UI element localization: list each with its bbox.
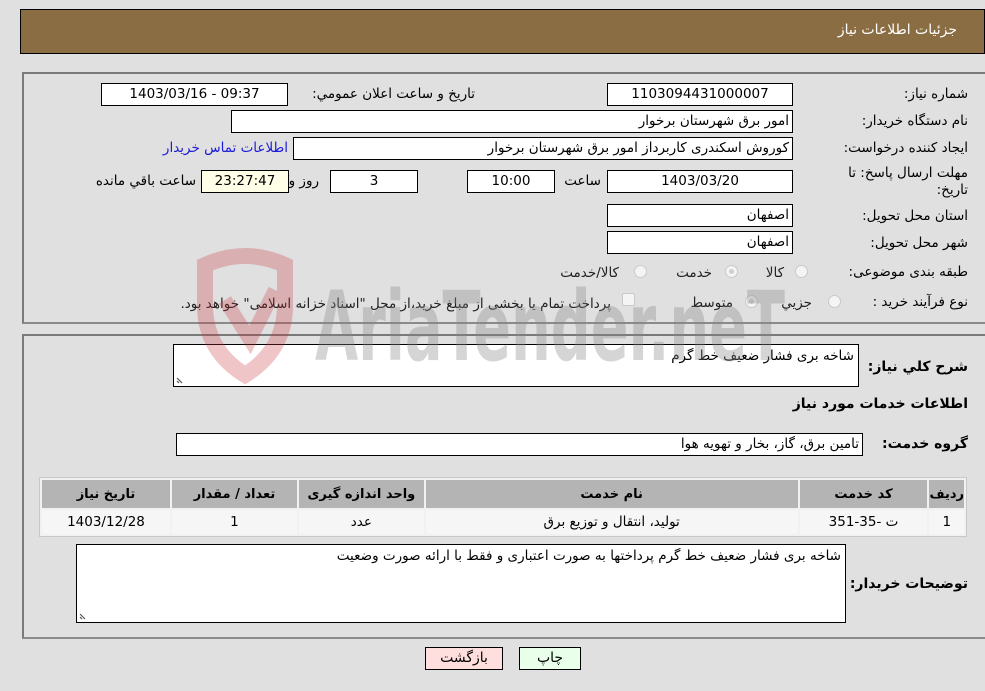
resize-grip-icon[interactable] [79,610,89,620]
general-desc-label: شرح کلي نياز: [867,359,968,375]
city-label: شهر محل تحویل: [870,235,968,251]
buyer-contact-link[interactable]: اطلاعات تماس خريدار [163,140,288,156]
service-group-label: گروه خدمت: [882,436,968,452]
purchase-option-minor: جزيي [781,295,812,311]
remaining-time-label: ساعت باقي مانده [95,173,196,189]
city-field: اصفهان [607,231,793,254]
table-header-row: رديف کد خدمت نام خدمت واحد اندازه گيری ت… [42,480,964,508]
deadline-label: مهلت ارسال پاسخ: تا [848,165,968,181]
deadline-time-label: ساعت [564,173,601,189]
deadline-label-date: تاریخ: [936,182,968,198]
col-header-unit: واحد اندازه گيری [298,480,424,508]
category-radio-service[interactable] [725,265,738,278]
purchase-radio-minor[interactable] [828,295,841,308]
cell-service-name: تولید، انتقال و توزیع برق [425,510,798,534]
remaining-time-field: 23:27:47 [201,170,289,193]
category-option-service: خدمت [676,265,712,281]
deadline-date-field: 1403/03/20 [607,170,793,193]
need-number-field: 1103094431000007 [607,83,793,106]
need-number-label: شماره نیاز: [903,86,968,102]
print-button[interactable]: چاپ [519,647,581,670]
table-row: 1 ت -35-351 تولید، انتقال و توزیع برق عد… [42,510,964,534]
deadline-time-field: 10:00 [467,170,555,193]
province-field: اصفهان [607,204,793,227]
resize-grip-icon[interactable] [176,374,186,384]
cell-service-code: ت -35-351 [799,510,928,534]
col-header-quantity: تعداد / مقدار [171,480,297,508]
purchase-type-label: نوع فرآیند خرید : [872,294,968,310]
col-header-row-number: رديف [929,480,964,508]
category-radio-goods[interactable] [795,265,808,278]
col-header-service-code: کد خدمت [799,480,928,508]
remaining-days-field: 3 [330,170,418,193]
cell-quantity: 1 [171,510,297,534]
treasury-checkbox[interactable] [622,293,635,306]
buyer-notes-label: توضيحات خريدار: [849,576,968,592]
announce-datetime-field: 1403/03/16 - 09:37 [101,83,288,106]
category-option-goods: کالا [765,265,784,281]
general-desc-text: شاخه بری فشار ضعیف خط گرم [671,348,854,364]
creator-label: ایجاد کننده درخواست: [843,140,968,156]
category-radio-goods-service[interactable] [634,265,647,278]
purchase-option-medium: متوسط [690,295,733,311]
buyer-notes-text: شاخه بری فشار ضعیف خط گرم پرداختها به صو… [336,548,841,564]
col-header-need-date: تاريخ نياز [42,480,170,508]
purchase-radio-medium[interactable] [745,295,758,308]
general-desc-textarea[interactable]: شاخه بری فشار ضعیف خط گرم [173,344,859,387]
announce-datetime-label: تاریخ و ساعت اعلان عمومي: [312,86,475,102]
cell-need-date: 1403/12/28 [42,510,170,534]
treasury-checkbox-label: پرداخت تمام یا بخشی از مبلغ خرید،از محل … [180,296,611,312]
services-heading: اطلاعات خدمات مورد نياز [792,396,968,412]
province-label: استان محل تحویل: [862,208,968,224]
buyer-org-field: امور برق شهرستان برخوار [231,110,793,133]
category-option-goods-service: کالا/خدمت [560,265,619,281]
back-button[interactable]: بازگشت [425,647,503,670]
services-table: رديف کد خدمت نام خدمت واحد اندازه گيری ت… [39,477,967,537]
buyer-org-label: نام دستگاه خريدار: [861,113,968,129]
page-title: جزئیات اطلاعات نیاز [837,22,957,38]
creator-field: کوروش اسکندری کاربرداز امور برق شهرستان … [293,137,793,160]
days-label: روز و [288,173,319,189]
category-label: طبقه بندی موضوعی: [848,264,968,280]
cell-unit: عدد [298,510,424,534]
cell-row-number: 1 [929,510,964,534]
service-group-field: تامین برق، گاز، بخار و تهویه هوا [176,433,863,456]
buyer-notes-textarea[interactable]: شاخه بری فشار ضعیف خط گرم پرداختها به صو… [76,544,846,623]
col-header-service-name: نام خدمت [425,480,798,508]
